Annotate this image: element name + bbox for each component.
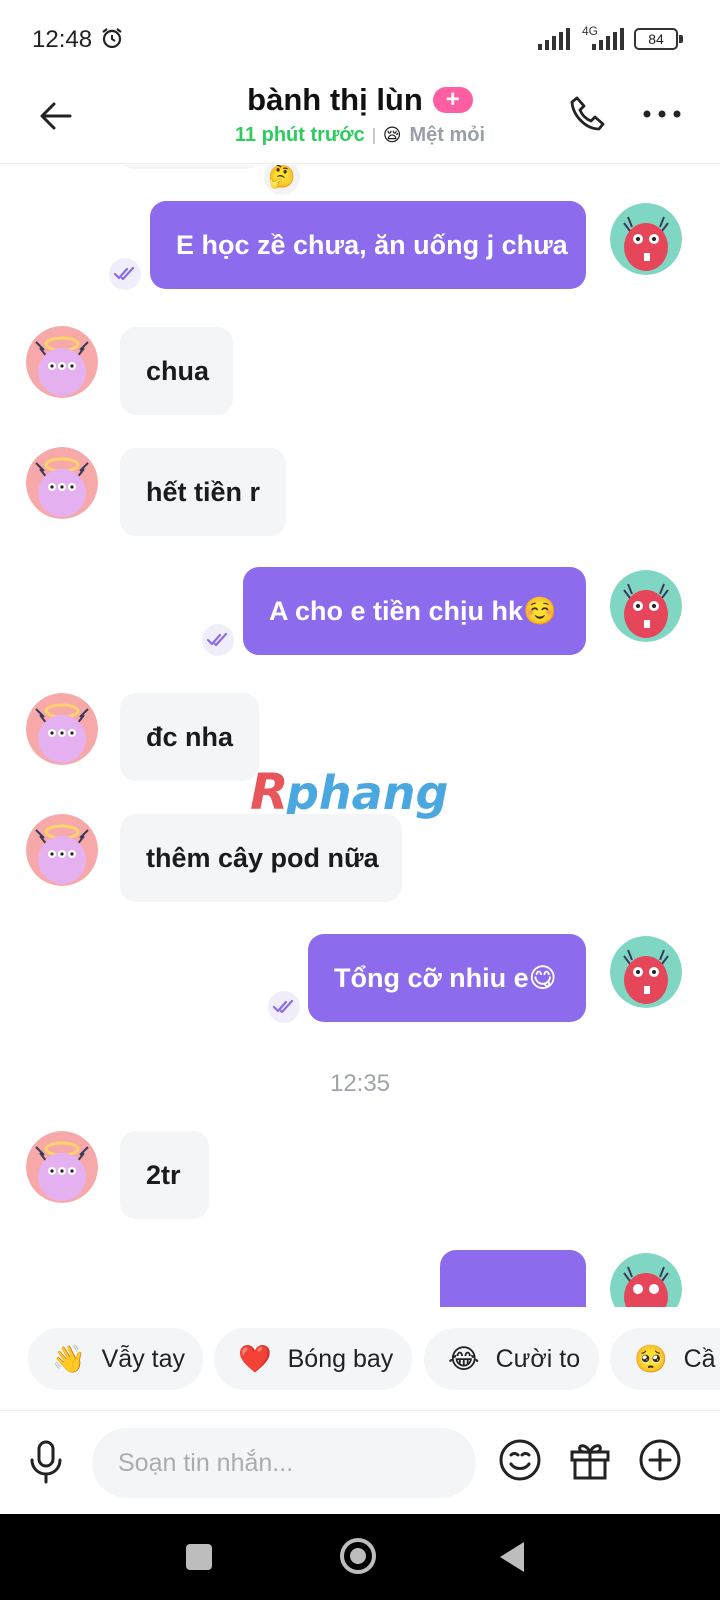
- sticker-chip-laugh[interactable]: 😂 Cười to: [424, 1328, 599, 1390]
- status-divider: [372, 127, 375, 144]
- svg-text:R: R: [250, 763, 289, 821]
- message-bubble-incoming[interactable]: chua: [120, 327, 233, 415]
- seen-check-icon: [202, 624, 234, 656]
- sticker-chip-label: Bóng bay: [287, 1344, 394, 1373]
- pleading-face-icon: 🥺: [634, 1344, 668, 1374]
- my-avatar[interactable]: [610, 203, 682, 275]
- message-bubble-outgoing[interactable]: A cho e tiền chịu hk☺️: [243, 567, 586, 655]
- message-bubble-incoming[interactable]: hết tiền r: [120, 448, 286, 536]
- sticker-chip-label: Cười to: [495, 1344, 581, 1373]
- mood-status: Mệt mỏi: [409, 124, 486, 146]
- message-list[interactable]: 🤔 E học zề chưa, ăn uống j chưa chua hết…: [0, 165, 720, 1307]
- waving-hand-icon: 👋: [52, 1344, 86, 1374]
- call-button[interactable]: [566, 92, 610, 136]
- chat-header: bành thị lùn + 11 phút trước 😪 Mệt mỏi: [0, 80, 720, 164]
- quick-sticker-bar[interactable]: 👋 Vẫy tay ❤️ Bóng bay 😂 Cười to 🥺 Cầ: [0, 1310, 720, 1398]
- seen-check-icon: [109, 258, 141, 290]
- tired-face-icon: 😪: [382, 125, 402, 145]
- time-separator: 12:35: [329, 1070, 391, 1097]
- smiley-icon: [499, 1439, 541, 1481]
- my-avatar[interactable]: [610, 570, 682, 642]
- contact-avatar[interactable]: [26, 447, 98, 519]
- seen-check-icon: [268, 991, 300, 1023]
- sticker-chip-label: Vẫy tay: [101, 1344, 185, 1373]
- message-bubble-incoming[interactable]: thêm cây pod nữa: [120, 814, 402, 902]
- gift-button[interactable]: [566, 1436, 614, 1484]
- gift-icon: [570, 1444, 610, 1480]
- home-button[interactable]: [340, 1538, 376, 1574]
- add-friend-badge[interactable]: +: [432, 87, 473, 113]
- heart-icon: ❤️: [238, 1344, 272, 1374]
- phone-icon: [570, 96, 605, 131]
- sticker-chip-wave[interactable]: 👋 Vẫy tay: [28, 1328, 203, 1390]
- add-attachment-button[interactable]: [636, 1436, 684, 1484]
- recent-apps-button[interactable]: [186, 1544, 212, 1570]
- laughing-face-icon: 😂: [448, 1343, 480, 1374]
- status-bar: 12:48 4G 84: [0, 0, 720, 80]
- emoji-button[interactable]: [496, 1436, 544, 1484]
- status-time: 12:48: [32, 26, 93, 53]
- contact-avatar[interactable]: [26, 693, 98, 765]
- microphone-icon: [30, 1440, 62, 1484]
- contact-name[interactable]: bành thị lùn: [247, 82, 423, 118]
- signal-icon-2: [592, 28, 624, 50]
- more-options-button[interactable]: [640, 92, 684, 136]
- system-nav-bar: [0, 1514, 720, 1600]
- sticker-chip-label: Cầ: [683, 1344, 716, 1373]
- sticker-chip-pleading[interactable]: 🥺 Cầ: [610, 1328, 720, 1390]
- message-bubble-outgoing[interactable]: Tổng cỡ nhiu e😋: [308, 934, 586, 1022]
- contact-avatar[interactable]: [26, 814, 98, 886]
- battery-level: 84: [648, 31, 664, 47]
- message-bubble-incoming[interactable]: 2tr: [120, 1131, 209, 1219]
- contact-avatar[interactable]: [26, 1131, 98, 1203]
- contact-avatar[interactable]: [26, 326, 98, 398]
- message-bubble-incoming[interactable]: đc nha: [120, 693, 259, 781]
- message-bubble-outgoing-partial[interactable]: [440, 1250, 586, 1307]
- my-avatar[interactable]: [610, 936, 682, 1008]
- message-bubble-outgoing[interactable]: E học zề chưa, ăn uống j chưa: [150, 201, 586, 289]
- system-back-button[interactable]: [500, 1542, 524, 1572]
- svg-text:phang: phang: [285, 766, 448, 820]
- message-input[interactable]: [92, 1428, 476, 1498]
- last-seen-status: 11 phút trước: [234, 124, 365, 146]
- header-title-area[interactable]: bành thị lùn + 11 phút trước 😪 Mệt mỏi: [0, 80, 720, 147]
- more-dots-icon: [643, 110, 681, 118]
- signal-icon: [538, 28, 570, 50]
- plus-circle-icon: [639, 1439, 681, 1481]
- voice-button[interactable]: [22, 1438, 70, 1486]
- thinking-face-reaction[interactable]: 🤔: [264, 165, 300, 195]
- composer-divider: [0, 1410, 720, 1411]
- sticker-chip-balloon[interactable]: ❤️ Bóng bay: [214, 1328, 412, 1390]
- message-composer: [0, 1412, 720, 1512]
- battery-icon: 84: [634, 28, 683, 50]
- previous-message-edge: [120, 165, 260, 169]
- my-avatar[interactable]: [610, 1253, 682, 1307]
- alarm-icon: [102, 28, 122, 49]
